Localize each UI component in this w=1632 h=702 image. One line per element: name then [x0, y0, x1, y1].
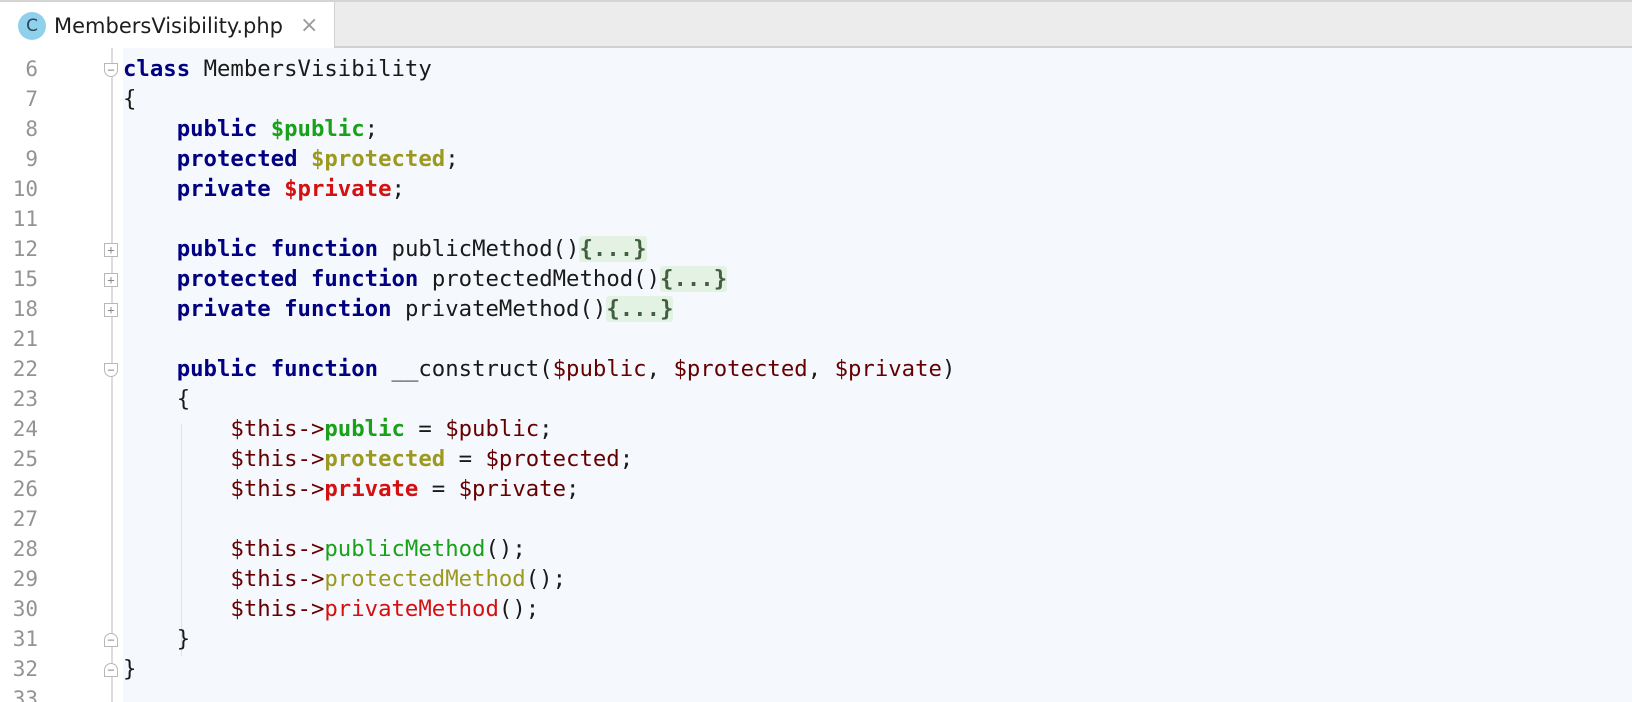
line-number: 28	[12, 537, 38, 561]
code-text: protected $protected;	[176, 146, 459, 172]
line-number: 21	[12, 327, 38, 351]
code-line: 30 $this->privateMethod();	[0, 594, 1632, 624]
fold-end-icon[interactable]: −	[104, 633, 118, 647]
code-text: private $private;	[176, 176, 405, 202]
folded-block[interactable]: {...}	[606, 296, 674, 322]
folded-block[interactable]: {...}	[579, 236, 647, 262]
code-text: $this->privateMethod();	[230, 596, 540, 622]
fold-expand-icon[interactable]: +	[104, 243, 118, 257]
tab-members-visibility[interactable]: C MembersVisibility.php ×	[0, 0, 335, 50]
code-text: {	[123, 86, 137, 112]
code-line: 22 − public function __construct($public…	[0, 354, 1632, 384]
code-text: public function __construct($public, $pr…	[176, 356, 956, 382]
code-line: 10 private $private;	[0, 174, 1632, 204]
code-line: 28 $this->publicMethod();	[0, 534, 1632, 564]
code-text: {	[176, 386, 191, 412]
folded-block[interactable]: {...}	[660, 266, 728, 292]
code-line: 15 + protected function protectedMethod(…	[0, 264, 1632, 294]
line-number: 9	[25, 147, 38, 171]
code-text: private function privateMethod(){...}	[176, 296, 674, 322]
php-class-icon: C	[18, 12, 46, 40]
line-number: 24	[12, 417, 38, 441]
code-line: 18 + private function privateMethod(){..…	[0, 294, 1632, 324]
line-number: 18	[12, 297, 38, 321]
code-line: 29 $this->protectedMethod();	[0, 564, 1632, 594]
code-line: 33	[0, 684, 1632, 702]
code-line: 32 − }	[0, 654, 1632, 684]
code-line: 9 protected $protected;	[0, 144, 1632, 174]
code-text: }	[123, 656, 137, 682]
line-number: 29	[12, 567, 38, 591]
line-number: 12	[12, 237, 38, 261]
tab-filename: MembersVisibility.php	[54, 14, 283, 38]
code-text: }	[176, 626, 191, 652]
code-line: 11	[0, 204, 1632, 234]
code-line: 8 public $public;	[0, 114, 1632, 144]
line-number: 33	[12, 687, 38, 702]
code-line: 12 + public function publicMethod(){...}	[0, 234, 1632, 264]
code-text: $this->publicMethod();	[230, 536, 526, 562]
line-number: 15	[12, 267, 38, 291]
code-line: 31 − }	[0, 624, 1632, 654]
code-text: protected function protectedMethod(){...…	[176, 266, 728, 292]
line-number: 8	[25, 117, 38, 141]
line-number: 22	[12, 357, 38, 381]
code-text: public function publicMethod(){...}	[176, 236, 647, 262]
code-editor[interactable]: 6 − class MembersVisibility 7 { 8 public…	[0, 48, 1632, 702]
line-number: 26	[12, 477, 38, 501]
code-line: 27	[0, 504, 1632, 534]
code-line: 23 {	[0, 384, 1632, 414]
code-text: $this->public = $public;	[230, 416, 553, 442]
fold-expand-icon[interactable]: +	[104, 273, 118, 287]
code-line: 7 {	[0, 84, 1632, 114]
line-number: 7	[25, 87, 38, 111]
code-line: 25 $this->protected = $protected;	[0, 444, 1632, 474]
line-number: 25	[12, 447, 38, 471]
code-line: 21	[0, 324, 1632, 354]
close-icon[interactable]: ×	[300, 13, 318, 39]
line-number: 30	[12, 597, 38, 621]
code-text: $this->private = $private;	[230, 476, 580, 502]
fold-expand-icon[interactable]: +	[104, 303, 118, 317]
fold-collapse-icon[interactable]: −	[104, 363, 118, 377]
fold-end-icon[interactable]: −	[104, 663, 118, 677]
line-number: 27	[12, 507, 38, 531]
code-text: public $public;	[176, 116, 379, 142]
code-text: $this->protected = $protected;	[230, 446, 634, 472]
line-number: 10	[12, 177, 38, 201]
code-text: $this->protectedMethod();	[230, 566, 567, 592]
line-number: 6	[25, 57, 38, 81]
line-number: 11	[12, 207, 38, 231]
code-line: 6 − class MembersVisibility	[0, 54, 1632, 84]
code-line: 24 $this->public = $public;	[0, 414, 1632, 444]
editor-tab-bar: C MembersVisibility.php ×	[0, 0, 1632, 50]
line-number: 32	[12, 657, 38, 681]
code-line: 26 $this->private = $private;	[0, 474, 1632, 504]
line-number: 31	[12, 627, 38, 651]
line-number: 23	[12, 387, 38, 411]
code-text: class MembersVisibility	[123, 56, 432, 82]
fold-collapse-icon[interactable]: −	[104, 63, 118, 77]
